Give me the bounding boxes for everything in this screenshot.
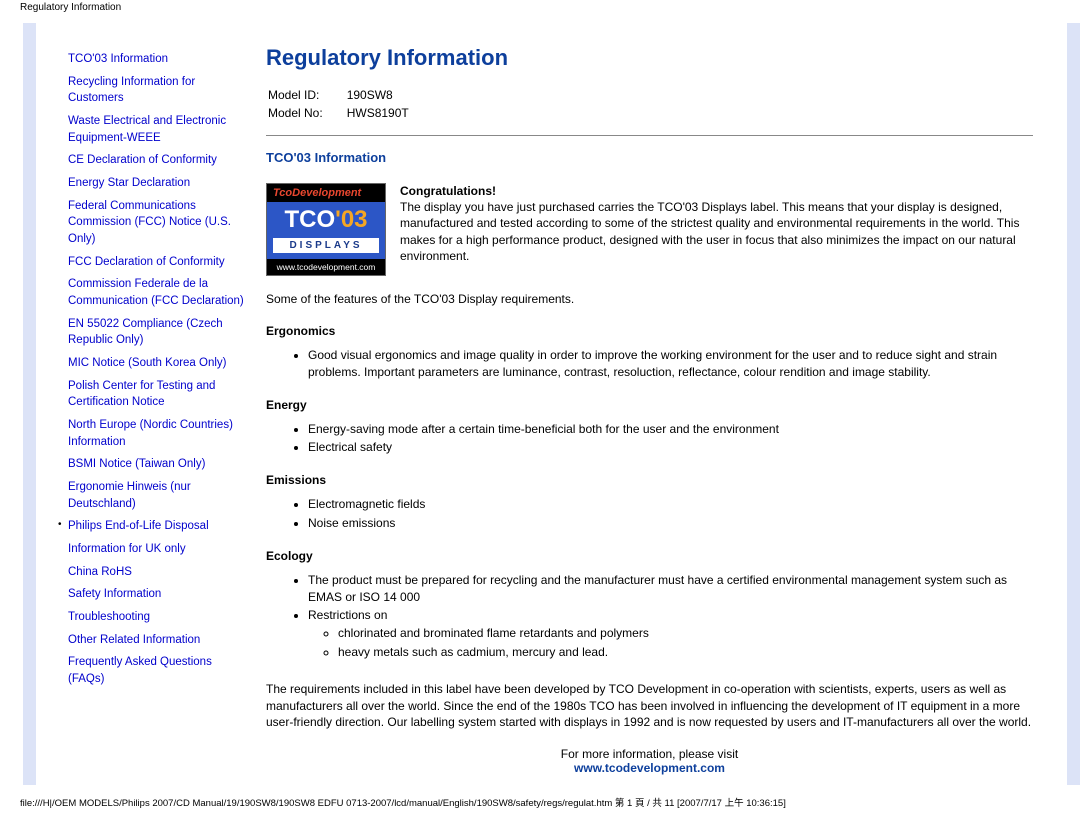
sidebar-link[interactable]: BSMI Notice (Taiwan Only) [68,458,205,470]
sidebar-link[interactable]: EN 55022 Compliance (Czech Republic Only… [68,318,223,347]
sidebar-item: TCO'03 Information [60,48,250,71]
model-table: Model ID: 190SW8 Model No: HWS8190T [266,85,433,123]
list-item: Noise emissions [308,514,1033,533]
badge-tco: TCO [284,206,335,233]
ergonomics-list: Good visual ergonomics and image quality… [308,346,1033,382]
more-info: For more information, please visit www.t… [266,747,1033,775]
ecology-head: Ecology [266,549,1033,563]
sidebar-item: BSMI Notice (Taiwan Only) [60,453,250,476]
sidebar-link[interactable]: Waste Electrical and Electronic Equipmen… [68,115,226,144]
sidebar-link[interactable]: Frequently Asked Questions (FAQs) [68,656,212,685]
emissions-head: Emissions [266,473,1033,487]
emissions-list: Electromagnetic fieldsNoise emissions [308,495,1033,533]
sidebar-item: EN 55022 Compliance (Czech Republic Only… [60,313,250,352]
energy-head: Energy [266,398,1033,412]
sidebar-item: Polish Center for Testing and Certificat… [60,375,250,414]
model-no-label: Model No: [268,105,345,121]
list-item: Restrictions onchlorinated and brominate… [308,606,1033,662]
sidebar-item: Safety Information [60,583,250,606]
badge-tco-text: TCO'03 [267,206,385,234]
sidebar-link[interactable]: North Europe (Nordic Countries) Informat… [68,419,233,448]
energy-list: Energy-saving mode after a certain time-… [308,420,1033,458]
badge-displays: DISPLAYS [273,238,379,253]
sidebar-item: Frequently Asked Questions (FAQs) [60,651,250,690]
sidebar-item: Energy Star Declaration [60,172,250,195]
page-layout: TCO'03 Information Recycling Information … [0,23,1080,785]
sidebar-item: Troubleshooting [60,606,250,629]
model-no-value: HWS8190T [347,105,431,121]
list-item: Energy-saving mode after a certain time-… [308,420,1033,439]
congratulations-body: The display you have just purchased carr… [400,200,1019,263]
tco-block: TcoDevelopment TCO'03 DISPLAYS www.tcode… [266,183,1033,276]
left-gutter [0,23,23,785]
congratulations-head: Congratulations! [400,184,496,198]
sidebar-link[interactable]: Polish Center for Testing and Certificat… [68,380,215,409]
separator [266,135,1033,136]
sidebar-item: CE Declaration of Conformity [60,149,250,172]
sidebar-link[interactable]: Information for UK only [68,543,186,555]
sidebar-link[interactable]: China RoHS [68,566,132,578]
sidebar-link[interactable]: Troubleshooting [68,611,150,623]
sidebar-link[interactable]: Recycling Information for Customers [68,76,195,105]
sidebar-item: Philips End-of-Life Disposal [60,515,250,538]
page-title: Regulatory Information [266,45,1033,71]
list-item: The product must be prepared for recycli… [308,571,1033,607]
section-title-tco03: TCO'03 Information [266,150,1033,165]
features-intro: Some of the features of the TCO'03 Displ… [266,292,1033,306]
footer-path: file:///H|/OEM MODELS/Philips 2007/CD Ma… [0,785,1080,815]
sidebar-link[interactable]: CE Declaration of Conformity [68,154,217,166]
main-content: Regulatory Information Model ID: 190SW8 … [256,23,1061,785]
blue-bar-left [23,23,36,785]
sidebar-item: Information for UK only [60,538,250,561]
sidebar-item: MIC Notice (South Korea Only) [60,352,250,375]
sidebar-link[interactable]: Energy Star Declaration [68,177,190,189]
ergonomics-head: Ergonomics [266,324,1033,338]
sidebar-link[interactable]: TCO'03 Information [68,53,168,65]
sidebar-link[interactable]: Safety Information [68,588,161,600]
sidebar: TCO'03 Information Recycling Information … [56,23,256,785]
list-item: Electrical safety [308,438,1033,457]
sidebar-item: Waste Electrical and Electronic Equipmen… [60,110,250,149]
requirements-text: The requirements included in this label … [266,681,1033,731]
model-id-label: Model ID: [268,87,345,103]
badge-year: '03 [335,206,367,233]
badge-url: www.tcodevelopment.com [267,259,385,275]
sidebar-item: North Europe (Nordic Countries) Informat… [60,414,250,453]
more-info-link[interactable]: www.tcodevelopment.com [574,761,725,775]
list-item: Electromagnetic fields [308,495,1033,514]
white-gap [36,23,56,785]
sidebar-link[interactable]: MIC Notice (South Korea Only) [68,357,227,369]
ecology-sub-list: chlorinated and brominated flame retarda… [338,624,1033,662]
badge-mid: TCO'03 DISPLAYS [267,202,385,259]
sidebar-link[interactable]: Ergonomie Hinweis (nur Deutschland) [68,481,191,510]
ecology-list: The product must be prepared for recycli… [308,571,1033,663]
sidebar-item: Ergonomie Hinweis (nur Deutschland) [60,476,250,515]
blue-bar-right [1067,23,1080,785]
list-sub-item: chlorinated and brominated flame retarda… [338,624,1033,643]
badge-top: TcoDevelopment [267,184,385,202]
list-sub-item: heavy metals such as cadmium, mercury an… [338,643,1033,662]
header-path: Regulatory Information [0,0,1080,23]
more-info-text: For more information, please visit [561,747,738,761]
sidebar-link[interactable]: Federal Communications Commission (FCC) … [68,200,231,245]
sidebar-link[interactable]: FCC Declaration of Conformity [68,256,225,268]
list-item: Good visual ergonomics and image quality… [308,346,1033,382]
sidebar-item: Commission Federale de la Communication … [60,273,250,312]
sidebar-link[interactable]: Other Related Information [68,634,200,646]
tco-badge: TcoDevelopment TCO'03 DISPLAYS www.tcode… [266,183,386,276]
sidebar-item: Federal Communications Commission (FCC) … [60,195,250,251]
sidebar-link[interactable]: Commission Federale de la Communication … [68,278,244,307]
sidebar-item: Other Related Information [60,629,250,652]
sidebar-link[interactable]: Philips End-of-Life Disposal [68,520,209,532]
sidebar-item: FCC Declaration of Conformity [60,251,250,274]
tco-intro: Congratulations! The display you have ju… [400,183,1033,264]
sidebar-item: Recycling Information for Customers [60,71,250,110]
sidebar-item: China RoHS [60,561,250,584]
model-id-value: 190SW8 [347,87,431,103]
